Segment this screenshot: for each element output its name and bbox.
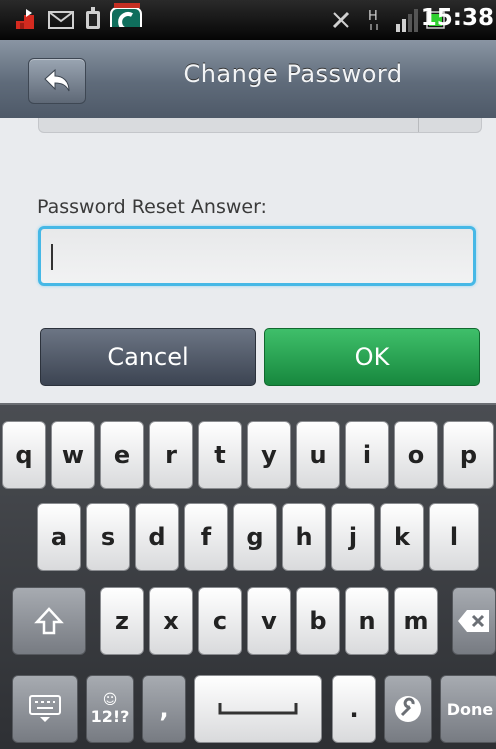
wrench-key[interactable] <box>384 675 432 743</box>
key-v[interactable]: v <box>247 587 291 655</box>
key-k[interactable]: k <box>380 503 424 571</box>
text-caret <box>51 244 53 270</box>
key-h[interactable]: h <box>282 503 326 571</box>
key-s[interactable]: s <box>86 503 130 571</box>
space-key[interactable] <box>194 675 322 743</box>
key-u[interactable]: u <box>296 421 340 489</box>
backspace-key[interactable] <box>452 587 496 655</box>
form-area: Password Reset Answer: Cancel OK <box>0 118 496 403</box>
ok-button[interactable]: OK <box>264 328 480 386</box>
key-f[interactable]: f <box>184 503 228 571</box>
key-i[interactable]: i <box>345 421 389 489</box>
shift-icon <box>34 607 64 635</box>
key-t[interactable]: t <box>198 421 242 489</box>
clock: 15:38 <box>420 5 494 31</box>
key-p[interactable]: p <box>443 421 494 489</box>
title-bar: Change Password <box>0 40 496 119</box>
key-r[interactable]: r <box>149 421 193 489</box>
key-a[interactable]: a <box>37 503 81 571</box>
status-bar: H 15:38 <box>0 0 496 40</box>
key-m[interactable]: m <box>394 587 438 655</box>
keyboard-settings-key[interactable] <box>12 675 78 743</box>
previous-field[interactable] <box>38 118 482 133</box>
signal-bars-icon <box>396 9 418 32</box>
key-j[interactable]: j <box>331 503 375 571</box>
cancel-button[interactable]: Cancel <box>40 328 256 386</box>
key-n[interactable]: n <box>345 587 389 655</box>
back-arrow-icon <box>44 68 70 92</box>
mail-icon <box>48 11 74 29</box>
backspace-icon <box>458 610 489 632</box>
key-d[interactable]: d <box>135 503 179 571</box>
comma-key[interactable]: , <box>142 675 186 743</box>
keyboard: q w e r t y u i o p a s d f g h j k l z … <box>0 403 496 749</box>
period-key[interactable]: . <box>332 675 376 743</box>
sync-icon <box>332 11 350 29</box>
key-x[interactable]: x <box>149 587 193 655</box>
answer-input[interactable] <box>38 226 476 286</box>
key-g[interactable]: g <box>233 503 277 571</box>
answer-label: Password Reset Answer: <box>37 196 267 218</box>
key-c[interactable]: c <box>198 587 242 655</box>
comodo-app-icon <box>110 3 142 27</box>
key-w[interactable]: w <box>51 421 95 489</box>
key-o[interactable]: o <box>394 421 438 489</box>
key-z[interactable]: z <box>100 587 144 655</box>
signal-h-icon: H <box>368 9 378 30</box>
space-bar-icon <box>218 703 298 715</box>
usb-icon <box>86 7 100 29</box>
symbols-key[interactable]: ☺ 12!? <box>86 675 134 743</box>
page-title: Change Password <box>183 60 403 88</box>
back-button[interactable] <box>28 58 86 104</box>
key-q[interactable]: q <box>2 421 46 489</box>
emoji-icon: ☺ <box>102 691 118 708</box>
alert-icon <box>16 9 34 29</box>
done-key[interactable]: Done <box>440 675 496 743</box>
key-e[interactable]: e <box>100 421 144 489</box>
key-y[interactable]: y <box>247 421 291 489</box>
keyboard-icon <box>29 695 61 722</box>
svg-text:H: H <box>368 9 378 24</box>
key-b[interactable]: b <box>296 587 340 655</box>
wrench-icon <box>395 696 421 722</box>
shift-key[interactable] <box>12 587 86 655</box>
symbols-label: 12!? <box>90 706 130 726</box>
key-l[interactable]: l <box>429 503 479 571</box>
